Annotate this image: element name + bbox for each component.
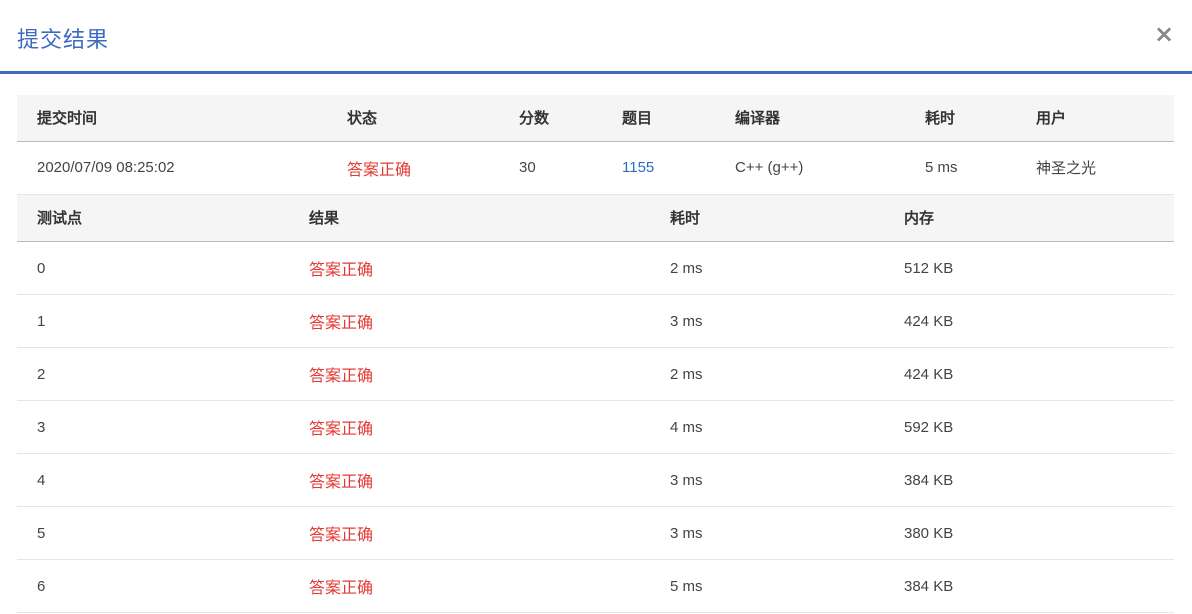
table-row: 0 答案正确 2 ms 512 KB bbox=[17, 241, 1174, 295]
modal-title: 提交结果 bbox=[17, 28, 110, 53]
testcase-result: 答案正确 bbox=[289, 506, 650, 560]
header-submit-time: 提交时间 bbox=[17, 95, 327, 142]
header-user: 用户 bbox=[1016, 95, 1174, 142]
testcase-duration: 4 ms bbox=[650, 400, 884, 454]
problem-link[interactable]: 1155 bbox=[602, 141, 715, 195]
testcase-duration: 2 ms bbox=[650, 241, 884, 295]
testcase-memory: 384 KB bbox=[884, 559, 1174, 613]
testcase-memory: 384 KB bbox=[884, 453, 1174, 507]
header-problem: 题目 bbox=[602, 95, 715, 142]
submit-time: 2020/07/09 08:25:02 bbox=[17, 141, 327, 195]
duration-value: 5 ms bbox=[905, 141, 1016, 195]
testcase-duration: 2 ms bbox=[650, 347, 884, 401]
table-row: 1 答案正确 3 ms 424 KB bbox=[17, 294, 1174, 348]
header-score: 分数 bbox=[499, 95, 602, 142]
testcase-id: 2 bbox=[17, 347, 289, 401]
testcase-duration: 3 ms bbox=[650, 294, 884, 348]
header-duration: 耗时 bbox=[905, 95, 1016, 142]
submission-table: 提交时间 状态 分数 题目 编译器 耗时 用户 2020/07/09 08:25… bbox=[17, 95, 1174, 195]
modal-header: 提交结果 × bbox=[0, 0, 1192, 74]
testcase-id: 5 bbox=[17, 506, 289, 560]
testcase-memory: 380 KB bbox=[884, 506, 1174, 560]
header-tc-duration: 耗时 bbox=[650, 194, 884, 242]
user-link[interactable]: 神圣之光 bbox=[1016, 141, 1174, 195]
testcase-result: 答案正确 bbox=[289, 347, 650, 401]
testcase-table: 测试点 结果 耗时 内存 0 答案正确 2 ms 512 KB 1 答案正确 3… bbox=[17, 194, 1174, 613]
testcase-result: 答案正确 bbox=[289, 453, 650, 507]
header-compiler: 编译器 bbox=[715, 95, 905, 142]
testcase-duration: 3 ms bbox=[650, 506, 884, 560]
header-testcase: 测试点 bbox=[17, 194, 289, 242]
table-row: 2 答案正确 2 ms 424 KB bbox=[17, 347, 1174, 401]
header-result: 结果 bbox=[289, 194, 650, 242]
testcase-id: 4 bbox=[17, 453, 289, 507]
score-value: 30 bbox=[499, 141, 602, 195]
testcase-memory: 512 KB bbox=[884, 241, 1174, 295]
header-memory: 内存 bbox=[884, 194, 1174, 242]
testcase-id: 6 bbox=[17, 559, 289, 613]
testcase-duration: 5 ms bbox=[650, 559, 884, 613]
submission-header-row: 提交时间 状态 分数 题目 编译器 耗时 用户 bbox=[17, 95, 1174, 142]
status-badge: 答案正确 bbox=[327, 141, 499, 195]
testcase-duration: 3 ms bbox=[650, 453, 884, 507]
testcase-memory: 424 KB bbox=[884, 347, 1174, 401]
testcase-result: 答案正确 bbox=[289, 241, 650, 295]
testcase-id: 1 bbox=[17, 294, 289, 348]
close-icon[interactable]: × bbox=[1154, 22, 1174, 46]
table-row: 4 答案正确 3 ms 384 KB bbox=[17, 453, 1174, 507]
table-row: 5 答案正确 3 ms 380 KB bbox=[17, 506, 1174, 560]
testcase-result: 答案正确 bbox=[289, 400, 650, 454]
table-row: 6 答案正确 5 ms 384 KB bbox=[17, 559, 1174, 613]
modal-body: 提交时间 状态 分数 题目 编译器 耗时 用户 2020/07/09 08:25… bbox=[17, 95, 1174, 613]
testcase-result: 答案正确 bbox=[289, 294, 650, 348]
header-status: 状态 bbox=[327, 95, 499, 142]
testcase-id: 0 bbox=[17, 241, 289, 295]
testcase-memory: 424 KB bbox=[884, 294, 1174, 348]
submission-row: 2020/07/09 08:25:02 答案正确 30 1155 C++ (g+… bbox=[17, 141, 1174, 195]
compiler-value: C++ (g++) bbox=[715, 141, 905, 195]
table-row: 3 答案正确 4 ms 592 KB bbox=[17, 400, 1174, 454]
testcase-result: 答案正确 bbox=[289, 559, 650, 613]
testcase-header-row: 测试点 结果 耗时 内存 bbox=[17, 194, 1174, 242]
testcase-memory: 592 KB bbox=[884, 400, 1174, 454]
testcase-id: 3 bbox=[17, 400, 289, 454]
